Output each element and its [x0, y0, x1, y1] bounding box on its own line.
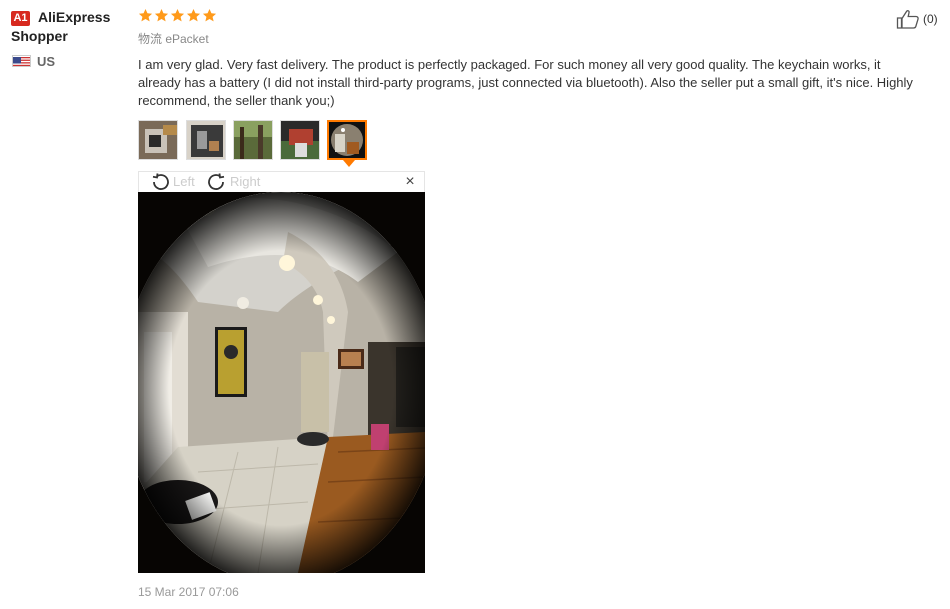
star-icon	[170, 8, 185, 22]
thumbnail-5[interactable]	[327, 120, 367, 160]
thumbnail-4[interactable]	[280, 120, 320, 160]
helpful-button[interactable]: (0)	[896, 9, 938, 29]
thumbs-up-icon[interactable]	[896, 9, 920, 29]
star-icon	[138, 8, 153, 22]
logistics-info: 物流 ePacket	[138, 32, 209, 46]
review-photo-large[interactable]	[138, 192, 425, 573]
rotate-right-icon	[208, 173, 225, 190]
helpful-count: (0)	[923, 12, 938, 26]
image-viewer-toolbar: Left Right ×	[138, 171, 425, 192]
rating-stars	[138, 8, 217, 26]
thumbnail-3[interactable]	[233, 120, 273, 160]
star-icon	[154, 8, 169, 22]
active-thumbnail-indicator	[343, 160, 355, 167]
rotate-left-label: Left	[173, 174, 195, 189]
thumbnail-1[interactable]	[138, 120, 178, 160]
us-flag-icon	[12, 55, 31, 67]
rotate-left-button[interactable]: Left	[149, 172, 195, 192]
close-icon[interactable]: ×	[403, 174, 417, 190]
star-icon	[186, 8, 201, 22]
user-level-badge: A1	[11, 11, 30, 26]
review-date: 15 Mar 2017 07:06	[138, 585, 239, 599]
rotate-right-label: Right	[230, 174, 261, 189]
star-icon	[202, 8, 217, 22]
thumbnail-2[interactable]	[186, 120, 226, 160]
reviewer-country: US	[37, 54, 56, 69]
review-text: I am very glad. Very fast delivery. The …	[138, 57, 913, 108]
rotate-right-button[interactable]: Right	[206, 172, 260, 192]
rotate-left-icon	[152, 173, 169, 190]
